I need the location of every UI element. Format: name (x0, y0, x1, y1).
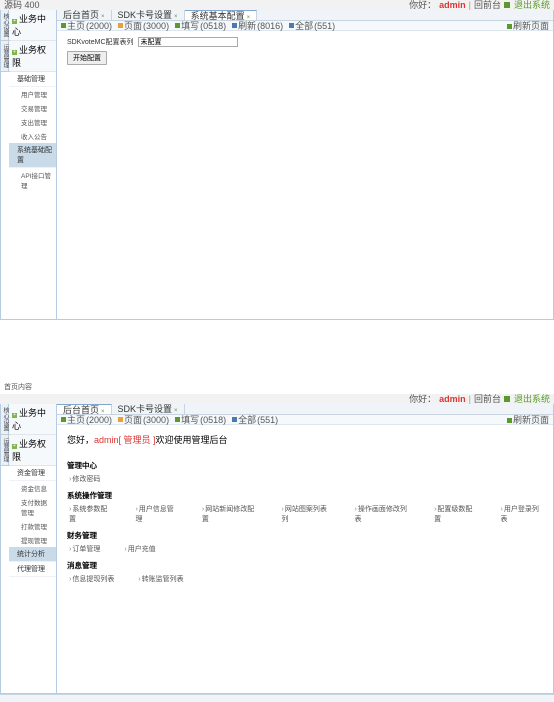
fin-link[interactable]: 用户充值 (124, 544, 155, 554)
sidebar-item[interactable]: 用户管理 (9, 87, 56, 101)
page-icon (118, 23, 123, 28)
topbar-admin[interactable]: admin (439, 0, 466, 10)
crumb-all[interactable]: 全部(551) (232, 413, 278, 426)
close-icon[interactable]: × (101, 14, 105, 20)
vtab-core[interactable]: 核心设置 (1, 404, 10, 435)
dashboard-panel: 您好，admin[ 管理员 ]欢迎使用管理后台 管理中心 修改密码 系统操作管理… (57, 425, 553, 594)
topbar-logout[interactable]: 退出系统 (514, 394, 550, 404)
section-sys: 系统操作管理 (67, 490, 543, 501)
home-icon (61, 417, 66, 422)
close-icon[interactable]: × (174, 408, 178, 414)
crumb-bar: 主页(2000) 页面(3000) 填写(0518) 全部(551) 刷新页面 (57, 415, 553, 425)
refresh-link[interactable]: 刷新页面 (507, 413, 549, 426)
topbar-greet: 你好： (409, 394, 436, 404)
sidebar-item[interactable]: 提现管理 (9, 533, 56, 547)
sys-link[interactable]: 操作画面修改列表 (355, 504, 411, 524)
tab-sysconfig[interactable]: 系统基本配置× (185, 10, 258, 20)
vtab-ops[interactable]: 运营管理 (1, 435, 10, 466)
close-icon[interactable]: × (174, 14, 178, 20)
sidebar-cat-sysconfig[interactable]: 系统基础配置 (9, 143, 56, 168)
close-icon[interactable]: × (101, 409, 105, 415)
sidebar-header-biz[interactable]: +业务中心 (9, 404, 56, 435)
topbar-back-link[interactable]: 回前台 (474, 394, 501, 404)
plus-icon: + (12, 19, 17, 24)
vtab-core[interactable]: 核心设置 (1, 10, 10, 41)
main-panel: SDKvoteMC配置表列 开始配置 (57, 31, 553, 75)
close-icon[interactable]: × (247, 15, 251, 21)
link-change-pwd[interactable]: 修改密码 (69, 474, 100, 484)
fill-icon (175, 417, 180, 422)
top-bar: 你好： admin | 回前台 退出系统 (0, 394, 554, 404)
form-label: SDKvoteMC配置表列 (67, 37, 134, 47)
reload-icon (507, 418, 512, 423)
section-msg: 消息管理 (67, 560, 543, 571)
footer-title: 首页内容 (0, 380, 554, 394)
sidebar-header-biz[interactable]: +业务中心 (9, 10, 56, 41)
plus-icon: + (12, 50, 17, 55)
tab-sdk[interactable]: SDK卡号设置× (112, 404, 185, 414)
sidebar-item[interactable]: 支付数据管理 (9, 495, 56, 519)
sidebar-item[interactable]: 打款管理 (9, 519, 56, 533)
sidebar: 核心设置 运营管理 +业务中心 +业务权限 资金管理 资金信息 支付数据管理 打… (1, 404, 57, 693)
sys-link[interactable]: 配置级数配置 (434, 504, 476, 524)
crumb-home[interactable]: 主页(2000) (61, 19, 112, 32)
start-config-button[interactable]: 开始配置 (67, 51, 107, 65)
footer-bar (0, 694, 554, 702)
crumb-page[interactable]: 页面(3000) (118, 19, 169, 32)
section-fin: 财务管理 (67, 530, 543, 541)
sidebar-cat-agent[interactable]: 代理管理 (9, 562, 56, 577)
sidebar-header-perm[interactable]: +业务权限 (9, 435, 56, 466)
plus-icon: + (12, 444, 17, 449)
logout-icon (504, 396, 510, 402)
sidebar-item[interactable]: 支出管理 (9, 115, 56, 129)
sidebar-cat-basic[interactable]: 基础管理 (9, 72, 56, 87)
sidebar-cat-fund[interactable]: 资金管理 (9, 466, 56, 481)
sys-link[interactable]: 用户登录列表 (501, 504, 543, 524)
refresh-icon (232, 23, 237, 28)
logout-icon (504, 2, 510, 8)
sidebar-header-perm[interactable]: +业务权限 (9, 41, 56, 72)
plus-icon: + (12, 413, 17, 418)
section-mgmt: 管理中心 (67, 460, 543, 471)
crumb-fill[interactable]: 填写(0518) (175, 413, 226, 426)
refresh-link[interactable]: 刷新页面 (507, 19, 549, 32)
sys-link[interactable]: 系统参数配置 (69, 504, 111, 524)
topbar-admin[interactable]: admin (439, 394, 466, 404)
tab-home[interactable]: 后台首页× (57, 10, 112, 20)
topbar-logout[interactable]: 退出系统 (514, 0, 550, 10)
crumb-page[interactable]: 页面(3000) (118, 413, 169, 426)
home-icon (61, 23, 66, 28)
fill-icon (175, 23, 180, 28)
tab-bar: 后台首页× SDK卡号设置× (57, 404, 553, 415)
reload-icon (507, 24, 512, 29)
topbar-back-link[interactable]: 回前台 (474, 0, 501, 10)
top-left: 源码 400 (4, 0, 40, 10)
sidebar-item[interactable]: 收入公告 (9, 129, 56, 143)
welcome-text: 您好，admin[ 管理员 ]欢迎使用管理后台 (67, 431, 543, 454)
sidebar-cat-stats[interactable]: 统计分析 (9, 547, 56, 562)
all-icon (232, 417, 237, 422)
top-bar: 源码 400 你好： admin | 回前台 退出系统 (0, 0, 554, 10)
sidebar-item[interactable]: API接口管理 (9, 168, 56, 192)
tab-home[interactable]: 后台首页× (57, 404, 112, 414)
sys-link[interactable]: 网站新闻修改配置 (202, 504, 258, 524)
crumb-bar: 主页(2000) 页面(3000) 填写(0518) 刷新(8016) 全部(5… (57, 21, 553, 31)
topbar-greet: 你好： (409, 0, 436, 10)
sidebar: 核心设置 运营管理 +业务中心 +业务权限 基础管理 用户管理 交易管理 支出管… (1, 10, 57, 319)
sidebar-item[interactable]: 资金信息 (9, 481, 56, 495)
sidebar-item[interactable]: 交易管理 (9, 101, 56, 115)
sys-link[interactable]: 网站图案列表列 (281, 504, 330, 524)
config-input[interactable] (138, 37, 238, 47)
vtab-ops[interactable]: 运营管理 (1, 41, 10, 72)
page-icon (118, 417, 123, 422)
msg-link[interactable]: 转账监管列表 (138, 574, 183, 584)
sys-link[interactable]: 用户信息管理 (135, 504, 177, 524)
all-icon (289, 23, 294, 28)
crumb-all[interactable]: 全部(551) (289, 19, 335, 32)
fin-link[interactable]: 订单管理 (69, 544, 100, 554)
tab-sdk[interactable]: SDK卡号设置× (112, 10, 185, 20)
msg-link[interactable]: 信息提现列表 (69, 574, 114, 584)
